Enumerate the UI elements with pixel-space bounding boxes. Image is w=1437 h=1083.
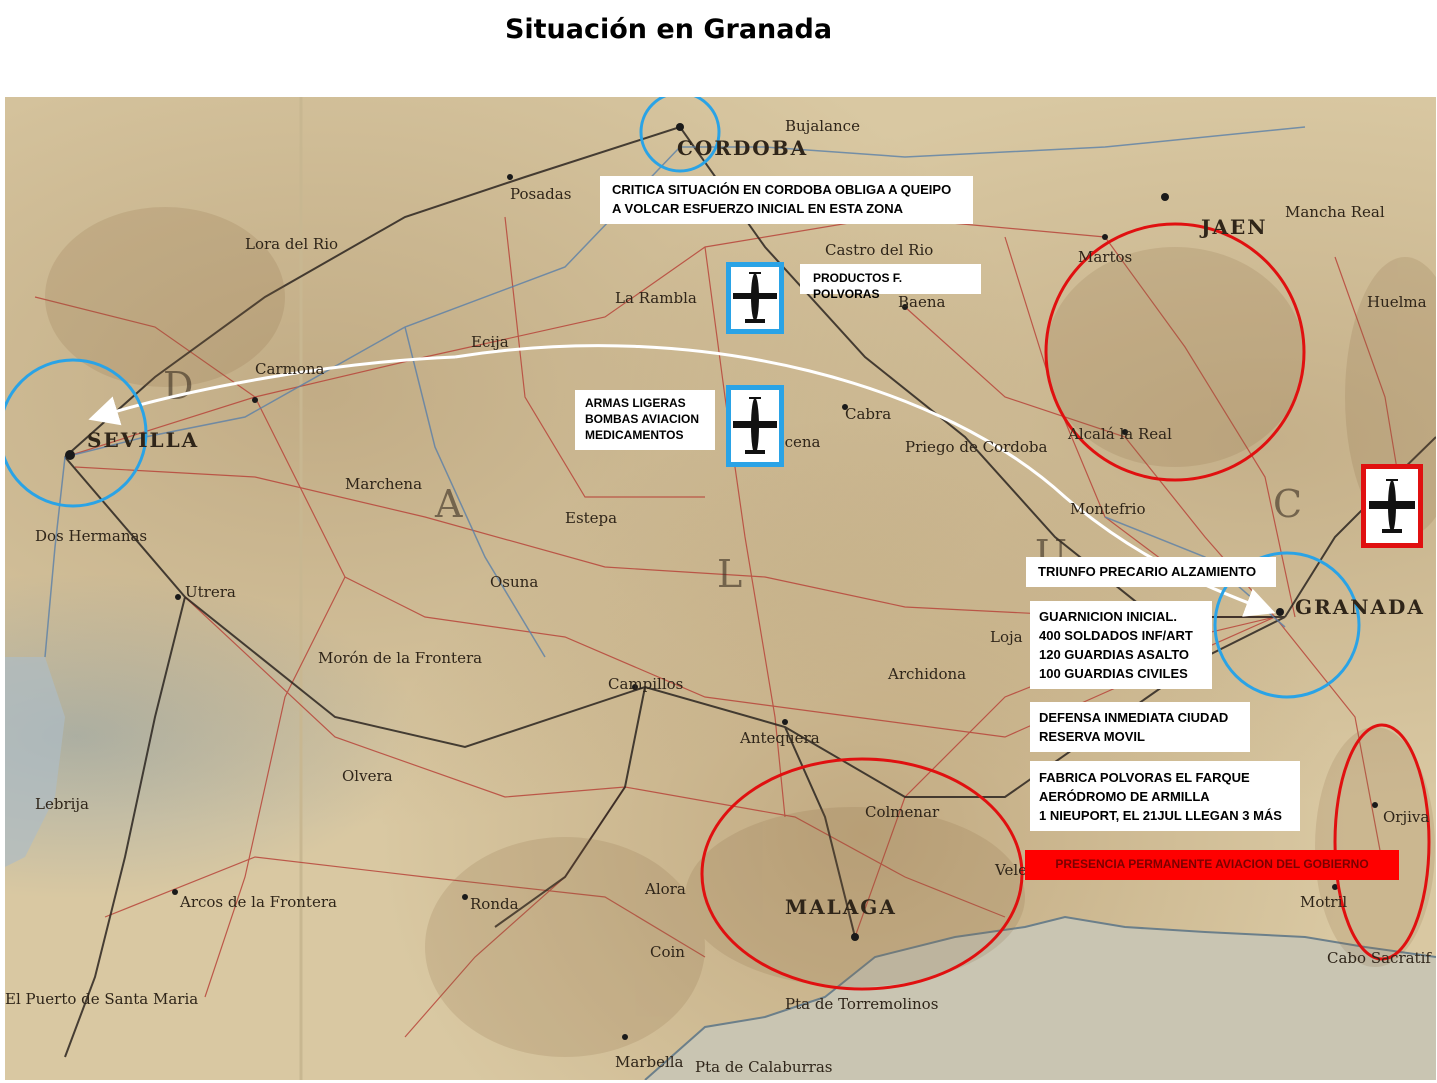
- callout-guarnicion-line-2: 400 SOLDADOS INF/ART: [1039, 628, 1193, 643]
- place-label: GRANADA: [1295, 595, 1425, 619]
- place-label: Marbella: [615, 1053, 684, 1071]
- place-label: Utrera: [185, 583, 236, 601]
- callout-armas-line-3: MEDICAMENTOS: [585, 428, 684, 442]
- place-label: Bujalance: [785, 117, 860, 135]
- callout-guarnicion: GUARNICION INICIAL. 400 SOLDADOS INF/ART…: [1030, 601, 1212, 689]
- place-label: Coin: [650, 943, 685, 961]
- callout-triunfo-text: TRIUNFO PRECARIO ALZAMIENTO: [1038, 564, 1257, 579]
- place-label: Pta de Calaburras: [695, 1058, 833, 1076]
- callout-guarnicion-line-3: 120 GUARDIAS ASALTO: [1039, 647, 1190, 662]
- place-label: Baena: [898, 293, 946, 311]
- place-label: Lebrija: [35, 795, 90, 813]
- callout-presencia: PRESENCIA PERMANENTE AVIACION DEL GOBIER…: [1025, 850, 1399, 880]
- place-label: Colmenar: [865, 803, 940, 821]
- callout-fabrica-line-1: FABRICA POLVORAS EL FARQUE: [1039, 770, 1250, 785]
- nationalist-plane-2: [726, 385, 784, 467]
- callout-armas: ARMAS LIGERAS BOMBAS AVIACION MEDICAMENT…: [575, 390, 715, 450]
- place-label: Pta de Torremolinos: [785, 995, 939, 1013]
- airplane-icon: [1369, 479, 1415, 533]
- svg-text:L: L: [717, 552, 742, 596]
- callout-defensa-line-1: DEFENSA INMEDIATA CIUDAD: [1039, 710, 1229, 725]
- place-label: Mancha Real: [1285, 203, 1385, 221]
- place-label: MALAGA: [785, 895, 897, 919]
- place-label: Ecija: [471, 333, 509, 351]
- place-label: Osuna: [490, 573, 539, 591]
- place-label: Motril: [1300, 893, 1348, 911]
- place-label: Antequera: [740, 729, 820, 747]
- callout-defensa-line-2: RESERVA MOVIL: [1039, 729, 1145, 744]
- callout-armas-line-2: BOMBAS AVIACION: [585, 412, 699, 426]
- place-label: Marchena: [345, 475, 423, 493]
- place-label: JAEN: [1201, 215, 1268, 239]
- map[interactable]: D A L U C CORDOBA SEVILLA GRANADA MALAGA…: [5, 97, 1436, 1080]
- callout-cordoba-line-1: CRITICA SITUACIÓN EN CORDOBA OBLIGA A QU…: [612, 182, 952, 197]
- place-label: Loja: [990, 628, 1023, 646]
- place-label: El Puerto de Santa Maria: [5, 990, 199, 1008]
- place-label: Campillos: [608, 675, 684, 693]
- callout-presencia-text: PRESENCIA PERMANENTE AVIACION DEL GOBIER…: [1055, 857, 1369, 871]
- place-label: Olvera: [342, 767, 393, 785]
- airplane-icon: [733, 397, 777, 454]
- place-label: Archidona: [888, 665, 967, 683]
- guadalquivir-marsh: [5, 657, 65, 867]
- callout-armas-line-1: ARMAS LIGERAS: [585, 396, 686, 410]
- place-label: Posadas: [510, 185, 572, 203]
- callout-triunfo: TRIUNFO PRECARIO ALZAMIENTO: [1026, 557, 1276, 587]
- svg-text:A: A: [434, 482, 463, 526]
- place-label: Cabo Sacratif: [1327, 949, 1431, 967]
- place-label: Estepa: [565, 509, 618, 527]
- callout-fabrica-line-2: AERÓDROMO DE ARMILLA: [1039, 789, 1210, 804]
- place-label: Alora: [645, 880, 686, 898]
- place-label: Cabra: [845, 405, 892, 423]
- place-label: Dos Hermanas: [35, 527, 148, 545]
- nationalist-plane-1: [726, 262, 784, 334]
- callout-cordoba: CRITICA SITUACIÓN EN CORDOBA OBLIGA A QU…: [600, 176, 973, 224]
- callout-defensa: DEFENSA INMEDIATA CIUDAD RESERVA MOVIL: [1030, 702, 1250, 752]
- place-label: CORDOBA: [677, 136, 809, 160]
- place-label: Carmona: [255, 360, 325, 378]
- place-label: Huelma: [1367, 293, 1427, 311]
- callout-fabrica-line-3: 1 NIEUPORT, EL 21JUL LLEGAN 3 MÁS: [1039, 808, 1282, 823]
- callout-cordoba-line-2: A VOLCAR ESFUERZO INICIAL EN ESTA ZONA: [612, 201, 904, 216]
- place-label: Lora del Rio: [245, 235, 339, 253]
- relief: [45, 207, 1436, 1057]
- place-label: La Rambla: [615, 289, 697, 307]
- svg-text:D: D: [163, 364, 193, 408]
- government-plane: [1361, 464, 1423, 548]
- place-label: SEVILLA: [87, 428, 200, 452]
- place-label: Priego de Cordoba: [905, 438, 1048, 456]
- svg-text:C: C: [1273, 482, 1302, 526]
- page-title: Situación en Granada: [504, 14, 833, 45]
- callout-fabrica: FABRICA POLVORAS EL FARQUE AERÓDROMO DE …: [1030, 761, 1300, 831]
- place-label: Alcalá la Real: [1068, 425, 1172, 443]
- callout-guarnicion-line-1: GUARNICION INICIAL.: [1039, 609, 1177, 624]
- place-label: Martos: [1078, 248, 1133, 266]
- place-label: Orjiva: [1383, 808, 1430, 826]
- airplane-icon: [733, 272, 777, 323]
- place-label: Castro del Rio: [825, 241, 934, 259]
- callout-polvoras: PRODUCTOS F. POLVORAS: [800, 264, 981, 301]
- place-label: Montefrio: [1070, 500, 1146, 518]
- place-label: Arcos de la Frontera: [180, 893, 337, 911]
- callout-guarnicion-line-4: 100 GUARDIAS CIVILES: [1039, 666, 1188, 681]
- place-label: Ronda: [470, 895, 519, 913]
- place-label: Morón de la Frontera: [318, 649, 483, 667]
